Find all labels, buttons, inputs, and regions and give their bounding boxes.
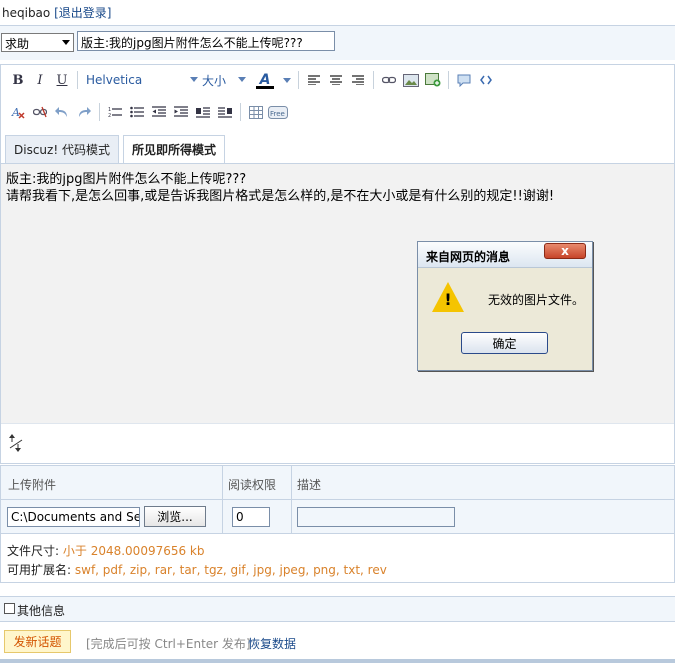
- resize-arrows-icon[interactable]: [8, 432, 28, 454]
- free-icon[interactable]: Free: [267, 102, 289, 122]
- close-icon[interactable]: x: [544, 243, 586, 259]
- submit-row: 发新话题 [完成后可按 Ctrl+Enter 发布] 恢复数据: [0, 626, 675, 659]
- insert-image-icon[interactable]: [422, 70, 444, 90]
- user-info: heqibao [退出登录]: [2, 4, 111, 21]
- free-icon-label: Free: [270, 110, 285, 118]
- toolbar-separator: [298, 71, 299, 89]
- new-topic-button[interactable]: 发新话题: [4, 630, 71, 653]
- editor-line: 请帮我看下,是怎么回事,或是告诉我图片格式是怎么样的,是不在大小或是有什么别的规…: [6, 189, 555, 204]
- dialog-message: 无效的图片文件。: [488, 293, 585, 307]
- underline-icon[interactable]: U: [51, 70, 73, 90]
- top-bar: heqibao [退出登录]: [0, 0, 675, 25]
- align-right-icon[interactable]: [347, 70, 369, 90]
- col-upload: 上传附件: [8, 478, 57, 492]
- file-size-info: 文件尺寸: 小于 2048.00097656 kb: [7, 542, 205, 559]
- col-permission: 阅读权限: [228, 478, 277, 492]
- align-left-icon[interactable]: [303, 70, 325, 90]
- toolbar-row-2: A 12 Free: [7, 99, 289, 125]
- toolbar-separator: [77, 71, 78, 89]
- bottom-divider: [0, 659, 675, 663]
- float-left-icon[interactable]: [192, 102, 214, 122]
- table-icon[interactable]: [245, 102, 267, 122]
- permission-input[interactable]: 0: [232, 507, 270, 527]
- font-color-chevron-icon[interactable]: [280, 70, 294, 90]
- toolbar-separator: [240, 103, 241, 121]
- column-divider: [291, 500, 292, 534]
- tab-wysiwyg[interactable]: 所见即所得模式: [122, 135, 225, 163]
- toolbar-separator: [373, 71, 374, 89]
- code-icon[interactable]: [475, 70, 497, 90]
- subject-input[interactable]: 版主:我的jpg图片附件怎么不能上传呢???: [77, 31, 335, 51]
- alert-dialog: 来自网页的消息 x ! 无效的图片文件。 确定: [417, 241, 593, 371]
- italic-icon[interactable]: I: [29, 70, 51, 90]
- logout-link[interactable]: [退出登录]: [54, 6, 111, 20]
- username: heqibao: [2, 6, 51, 20]
- font-color-swatch: [256, 86, 274, 89]
- align-center-icon[interactable]: [325, 70, 347, 90]
- tab-discuz-code[interactable]: Discuz! 代码模式: [5, 135, 119, 163]
- undo-icon[interactable]: [51, 102, 73, 122]
- column-divider: [291, 466, 292, 500]
- file-size-value: 小于 2048.00097656 kb: [62, 544, 205, 558]
- float-right-icon[interactable]: [214, 102, 236, 122]
- svg-text:A: A: [11, 106, 20, 119]
- toolbar-separator: [448, 71, 449, 89]
- warning-icon-mark: !: [444, 290, 452, 309]
- extensions-value: swf, pdf, zip, rar, tar, tgz, gif, jpg, …: [74, 563, 387, 577]
- bold-icon[interactable]: B: [7, 70, 29, 90]
- dialog-title: 来自网页的消息: [426, 250, 511, 264]
- image-icon[interactable]: [400, 70, 422, 90]
- attachments-header: 上传附件 阅读权限 描述: [1, 466, 674, 500]
- font-size-select[interactable]: 大小: [202, 70, 250, 90]
- editor-resize-bar: [1, 423, 674, 463]
- unlink-icon[interactable]: [29, 102, 51, 122]
- post-type-select[interactable]: 求助: [1, 33, 74, 52]
- other-info-checkbox[interactable]: [4, 603, 15, 614]
- attachment-row: C:\Documents and Setti 浏览... 0: [1, 500, 674, 534]
- toolbar-separator: [99, 103, 100, 121]
- toolbar-row-1: B I U Helvetica 大小 A: [7, 67, 497, 93]
- font-color-icon[interactable]: A: [250, 70, 280, 90]
- attachments-panel: 上传附件 阅读权限 描述 C:\Documents and Setti 浏览..…: [0, 465, 675, 583]
- submit-hint: [完成后可按 Ctrl+Enter 发布]: [86, 637, 251, 651]
- font-size-value: 大小: [202, 73, 227, 88]
- font-family-value: Helvetica: [86, 73, 143, 87]
- svg-text:2: 2: [108, 113, 111, 118]
- editor-mode-tabs: Discuz! 代码模式 所见即所得模式: [5, 135, 229, 163]
- file-size-label: 文件尺寸:: [7, 544, 60, 558]
- dialog-titlebar: 来自网页的消息 x: [418, 242, 592, 268]
- subject-row: 求助 版主:我的jpg图片附件怎么不能上传呢???: [0, 26, 675, 60]
- description-input[interactable]: [297, 507, 455, 527]
- unordered-list-icon[interactable]: [126, 102, 148, 122]
- emoticon-icon[interactable]: [453, 70, 475, 90]
- extensions-info: 可用扩展名: swf, pdf, zip, rar, tar, tgz, gif…: [7, 561, 387, 578]
- remove-format-icon[interactable]: A: [7, 102, 29, 122]
- post-type-value: 求助: [5, 37, 30, 51]
- ok-button[interactable]: 确定: [461, 332, 548, 354]
- extensions-label: 可用扩展名:: [7, 563, 72, 577]
- chevron-down-icon: [238, 77, 246, 82]
- redo-icon[interactable]: [73, 102, 95, 122]
- chevron-down-icon: [62, 40, 70, 45]
- restore-data-link[interactable]: 恢复数据: [248, 635, 296, 652]
- outdent-icon[interactable]: [148, 102, 170, 122]
- col-description: 描述: [297, 478, 322, 492]
- font-family-select[interactable]: Helvetica: [82, 70, 202, 90]
- other-info-row: 其他信息: [0, 596, 675, 622]
- link-icon[interactable]: [378, 70, 400, 90]
- file-path-input[interactable]: C:\Documents and Setti: [7, 507, 140, 527]
- browse-button[interactable]: 浏览...: [144, 506, 206, 527]
- column-divider: [222, 466, 223, 500]
- indent-icon[interactable]: [170, 102, 192, 122]
- chevron-down-icon: [190, 77, 198, 82]
- ordered-list-icon[interactable]: 12: [104, 102, 126, 122]
- other-info-label[interactable]: 其他信息: [17, 602, 65, 619]
- column-divider: [222, 500, 223, 534]
